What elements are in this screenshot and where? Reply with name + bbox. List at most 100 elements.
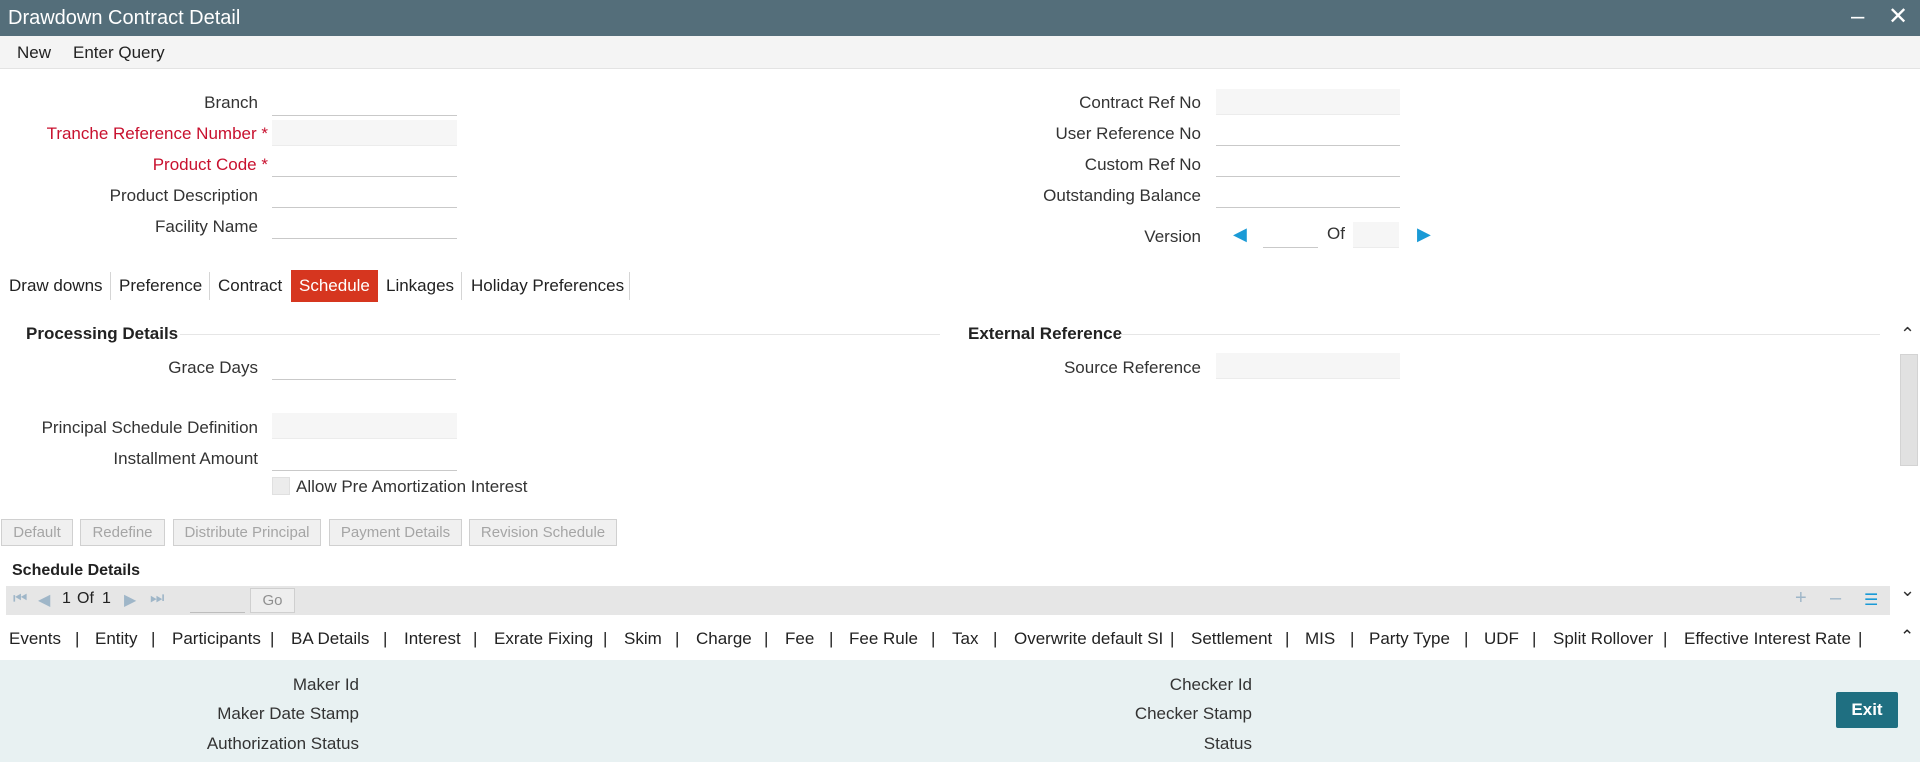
- list-view-icon[interactable]: ☰: [1864, 590, 1878, 610]
- menu-new[interactable]: New: [17, 43, 51, 63]
- link-events[interactable]: Events: [9, 629, 61, 649]
- tab-linkages[interactable]: Linkages: [386, 270, 454, 302]
- version-field[interactable]: [1263, 222, 1318, 248]
- link-exrate-fixing[interactable]: Exrate Fixing: [494, 629, 593, 649]
- allow-pre-amortization-checkbox[interactable]: [272, 477, 290, 495]
- prev-page-icon[interactable]: ◀: [38, 590, 50, 610]
- tab-holiday-preferences[interactable]: Holiday Preferences: [471, 270, 624, 302]
- principal-schedule-field[interactable]: [272, 413, 457, 439]
- link-split-rollover[interactable]: Split Rollover: [1553, 629, 1653, 649]
- version-label: Version: [1144, 227, 1201, 246]
- status-label: Status: [1203, 734, 1252, 753]
- product-description-field[interactable]: [272, 182, 457, 208]
- page-total: 1: [102, 590, 111, 607]
- link-mis[interactable]: MIS: [1305, 629, 1335, 649]
- go-button[interactable]: Go: [250, 588, 295, 613]
- vertical-scrollbar[interactable]: ⌃ ⌄: [1898, 310, 1920, 610]
- last-page-icon[interactable]: ⏭: [150, 590, 164, 608]
- grace-days-field[interactable]: [272, 354, 456, 380]
- next-page-icon[interactable]: ▶: [124, 590, 136, 610]
- link-overwrite-default-si[interactable]: Overwrite default SI: [1014, 629, 1163, 649]
- user-reference-field[interactable]: [1216, 120, 1400, 146]
- product-description-label: Product Description: [109, 186, 258, 205]
- installment-amount-field[interactable]: [272, 445, 457, 471]
- link-interest[interactable]: Interest: [404, 629, 461, 649]
- link-fee[interactable]: Fee: [785, 629, 814, 649]
- links-scroll-up-icon[interactable]: ⌃: [1900, 627, 1914, 647]
- add-row-icon[interactable]: +: [1795, 587, 1807, 610]
- exit-button[interactable]: Exit: [1836, 692, 1898, 728]
- link-tax[interactable]: Tax: [952, 629, 978, 649]
- link-separator: |: [1350, 629, 1355, 648]
- branch-field[interactable]: [272, 90, 457, 116]
- page-current: 1: [62, 590, 71, 607]
- authorization-status-label: Authorization Status: [206, 734, 359, 753]
- tab-preference[interactable]: Preference: [119, 270, 202, 302]
- tab-separator: [629, 272, 630, 300]
- link-udf[interactable]: UDF: [1484, 629, 1519, 649]
- distribute-principal-button[interactable]: Distribute Principal: [173, 519, 321, 546]
- version-of-label: Of: [1327, 224, 1345, 243]
- product-code-field[interactable]: [272, 151, 457, 177]
- link-party-type[interactable]: Party Type: [1369, 629, 1450, 649]
- tranche-reference-field[interactable]: [272, 120, 457, 146]
- first-page-icon[interactable]: ⏮: [13, 590, 27, 608]
- tab-schedule[interactable]: Schedule: [291, 270, 378, 302]
- tranche-reference-label: Tranche Reference Number *: [46, 124, 268, 143]
- close-icon[interactable]: ✕: [1888, 4, 1908, 30]
- link-fee-rule[interactable]: Fee Rule: [849, 629, 918, 649]
- payment-details-button[interactable]: Payment Details: [329, 519, 462, 546]
- menu-bar: New Enter Query: [0, 36, 1920, 69]
- scroll-up-icon[interactable]: ⌃: [1900, 324, 1915, 345]
- tab-separator: [461, 272, 462, 300]
- window-titlebar: Drawdown Contract Detail – ✕: [0, 0, 1920, 36]
- page-of-label: Of: [77, 590, 94, 607]
- external-reference-heading: External Reference: [968, 324, 1123, 343]
- link-separator: |: [931, 629, 936, 648]
- schedule-pager: ⏮ ◀ 1 Of 1 ▶ ⏭ Go + – ☰: [6, 586, 1890, 615]
- outstanding-balance-field[interactable]: [1216, 182, 1400, 208]
- facility-name-field[interactable]: [272, 213, 457, 239]
- link-separator: |: [1532, 629, 1537, 648]
- default-button[interactable]: Default: [1, 519, 73, 546]
- menu-enter-query[interactable]: Enter Query: [73, 43, 165, 63]
- revision-schedule-button[interactable]: Revision Schedule: [469, 519, 617, 546]
- principal-schedule-label: Principal Schedule Definition: [41, 418, 258, 437]
- schedule-details-heading: Schedule Details: [12, 562, 141, 579]
- page-number-input[interactable]: [190, 612, 245, 613]
- scrollbar-thumb[interactable]: [1900, 354, 1918, 466]
- link-separator: |: [1663, 629, 1668, 648]
- tab-draw-downs[interactable]: Draw downs: [9, 270, 103, 302]
- delete-row-icon[interactable]: –: [1830, 587, 1841, 610]
- maker-id-label: Maker Id: [292, 675, 359, 694]
- link-separator: |: [383, 629, 388, 648]
- contract-ref-field[interactable]: [1216, 89, 1400, 115]
- version-next-icon[interactable]: ▶: [1417, 224, 1431, 245]
- tab-separator: [209, 272, 210, 300]
- link-participants[interactable]: Participants: [172, 629, 261, 649]
- link-separator: |: [1858, 629, 1863, 648]
- version-prev-icon[interactable]: ◀: [1233, 224, 1247, 245]
- tab-contract[interactable]: Contract: [218, 270, 282, 302]
- product-code-label: Product Code *: [152, 155, 268, 174]
- link-effective-interest-rate[interactable]: Effective Interest Rate: [1684, 629, 1851, 649]
- source-reference-field[interactable]: [1216, 353, 1400, 379]
- allow-pre-amortization-label: Allow Pre Amortization Interest: [296, 477, 528, 496]
- minimize-icon[interactable]: –: [1851, 4, 1864, 30]
- link-separator: |: [270, 629, 275, 648]
- section-divider: [1120, 334, 1880, 335]
- scroll-down-icon[interactable]: ⌄: [1900, 580, 1915, 601]
- redefine-button[interactable]: Redefine: [80, 519, 165, 546]
- custom-ref-field[interactable]: [1216, 151, 1400, 177]
- link-separator: |: [603, 629, 608, 648]
- link-charge[interactable]: Charge: [696, 629, 752, 649]
- contract-ref-label: Contract Ref No: [1079, 93, 1201, 112]
- version-total-field: [1353, 222, 1399, 248]
- outstanding-balance-label: Outstanding Balance: [1043, 186, 1201, 205]
- link-skim[interactable]: Skim: [624, 629, 662, 649]
- link-ba-details[interactable]: BA Details: [291, 629, 369, 649]
- link-entity[interactable]: Entity: [95, 629, 138, 649]
- link-settlement[interactable]: Settlement: [1191, 629, 1272, 649]
- link-separator: |: [1170, 629, 1175, 648]
- link-separator: |: [473, 629, 478, 648]
